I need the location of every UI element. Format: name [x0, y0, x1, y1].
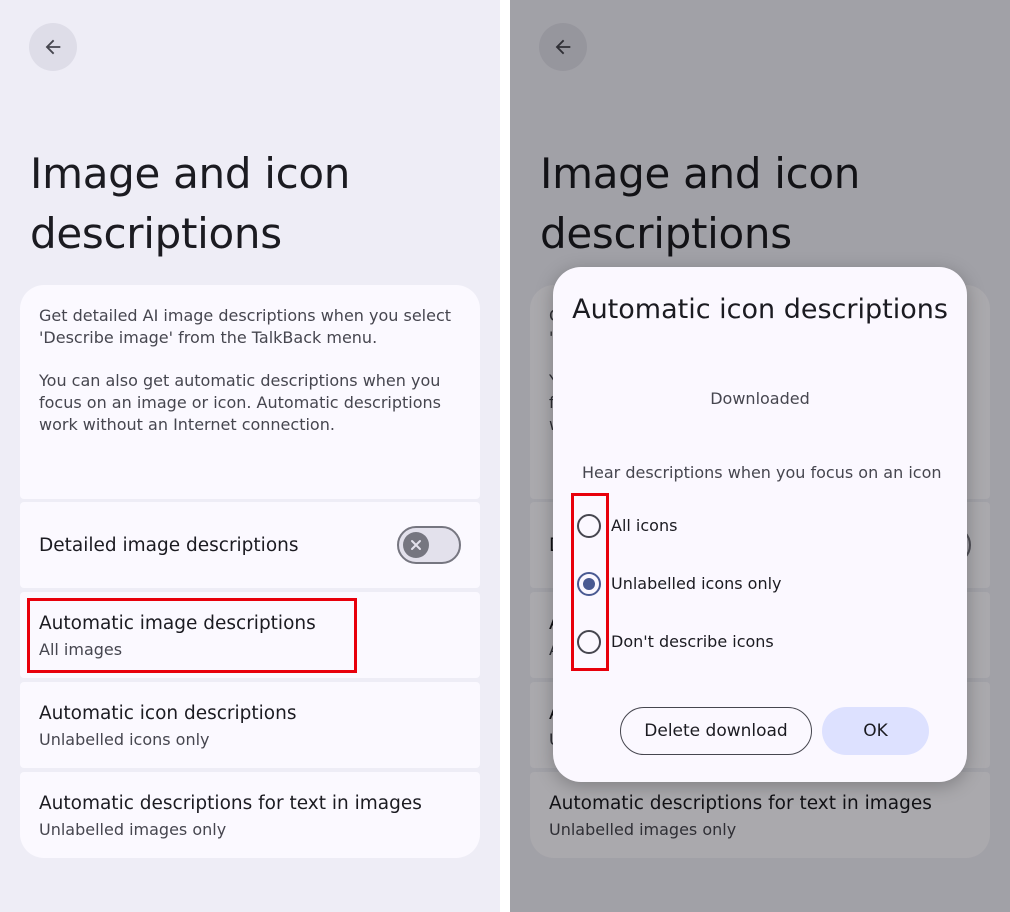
intro-paragraph-1: Get detailed AI image descriptions when …: [39, 306, 452, 347]
icon-descriptions-dialog: Automatic icon descriptions Downloaded H…: [553, 267, 967, 782]
download-status: Downloaded: [710, 389, 810, 408]
radio-label: All icons: [611, 516, 678, 535]
setting-detailed-image-descriptions[interactable]: Detailed image descriptions: [20, 502, 480, 588]
intro-paragraph-2: You can also get automatic descriptions …: [39, 371, 441, 434]
ok-button[interactable]: OK: [822, 707, 929, 755]
delete-download-button[interactable]: Delete download: [620, 707, 812, 755]
radio-option-all-icons[interactable]: All icons: [577, 506, 937, 546]
setting-title: Automatic descriptions for text in image…: [39, 793, 422, 814]
detailed-descriptions-toggle[interactable]: [397, 526, 461, 564]
setting-title: Detailed image descriptions: [39, 535, 299, 556]
settings-screen-left: Image and icon descriptions Get detailed…: [0, 0, 500, 912]
radio-label: Don't describe icons: [611, 632, 774, 651]
intro-card: Get detailed AI image descriptions when …: [20, 285, 480, 499]
setting-title: Automatic icon descriptions: [39, 703, 297, 724]
radio-option-unlabelled-icons-only[interactable]: Unlabelled icons only: [577, 564, 937, 604]
arrow-left-icon: [45, 39, 61, 55]
back-button[interactable]: [29, 23, 77, 71]
setting-subtitle: Unlabelled images only: [39, 820, 227, 839]
highlight-box: [571, 493, 609, 671]
radio-option-dont-describe-icons[interactable]: Don't describe icons: [577, 622, 937, 662]
close-icon: [403, 532, 429, 558]
page-title: Image and icon descriptions: [30, 149, 351, 258]
settings-screen-right: Image and icon descriptions Get detailed…: [510, 0, 1010, 912]
dialog-title: Automatic icon descriptions: [572, 294, 948, 325]
highlight-box: [27, 598, 357, 673]
radio-label: Unlabelled icons only: [611, 574, 782, 593]
setting-text-in-images-descriptions[interactable]: Automatic descriptions for text in image…: [20, 772, 480, 858]
setting-automatic-icon-descriptions[interactable]: Automatic icon descriptions Unlabelled i…: [20, 682, 480, 768]
setting-subtitle: Unlabelled icons only: [39, 730, 210, 749]
dialog-prompt: Hear descriptions when you focus on an i…: [582, 463, 942, 482]
